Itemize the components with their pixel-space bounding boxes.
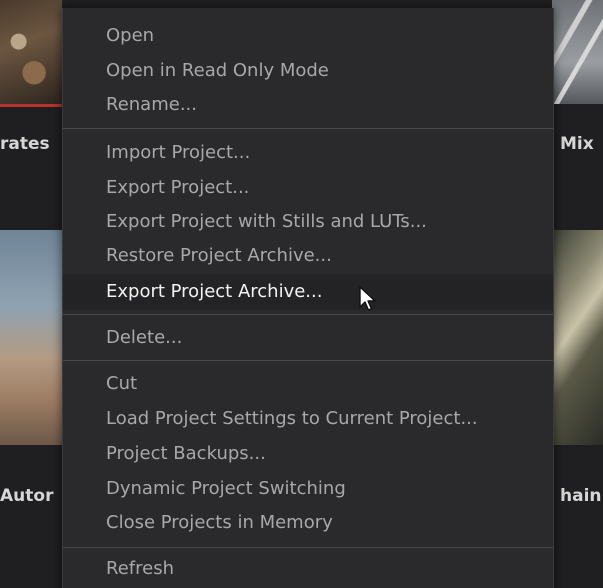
project-title[interactable]: Autor <box>0 486 53 506</box>
menu-item-open[interactable]: Open <box>63 20 553 52</box>
project-title[interactable]: rates <box>0 134 50 154</box>
project-thumbnail[interactable] <box>552 230 603 445</box>
menu-separator <box>63 314 553 315</box>
project-thumbnail[interactable] <box>552 0 603 104</box>
project-context-menu: Open Open in Read Only Mode Rename... Im… <box>62 8 554 588</box>
menu-item-load-settings[interactable]: Load Project Settings to Current Project… <box>63 403 553 435</box>
menu-item-refresh[interactable]: Refresh <box>63 553 553 585</box>
project-title[interactable]: Mix <box>560 134 594 154</box>
menu-item-delete[interactable]: Delete... <box>63 322 553 354</box>
menu-item-open-read-only[interactable]: Open in Read Only Mode <box>63 55 553 87</box>
menu-item-export-archive[interactable]: Export Project Archive... <box>63 274 553 310</box>
menu-separator <box>63 128 553 129</box>
project-thumbnail[interactable] <box>0 0 62 107</box>
project-title[interactable]: hain <box>560 486 602 506</box>
menu-separator <box>63 360 553 361</box>
menu-item-dynamic-switching[interactable]: Dynamic Project Switching <box>63 473 553 505</box>
menu-item-project-backups[interactable]: Project Backups... <box>63 438 553 470</box>
arrow-cursor-icon <box>359 286 376 311</box>
menu-item-close-in-memory[interactable]: Close Projects in Memory <box>63 507 553 539</box>
menu-item-import-project[interactable]: Import Project... <box>63 137 553 169</box>
menu-item-restore-archive[interactable]: Restore Project Archive... <box>63 240 553 272</box>
menu-item-rename[interactable]: Rename... <box>63 89 553 121</box>
menu-item-export-project[interactable]: Export Project... <box>63 172 553 204</box>
menu-item-export-stills-luts[interactable]: Export Project with Stills and LUTs... <box>63 206 553 238</box>
menu-item-cut[interactable]: Cut <box>63 368 553 400</box>
project-thumbnail[interactable] <box>0 230 62 445</box>
project-manager-view: rates Mix Autor hain Open Open in Read O… <box>0 0 603 588</box>
menu-separator <box>63 547 553 548</box>
